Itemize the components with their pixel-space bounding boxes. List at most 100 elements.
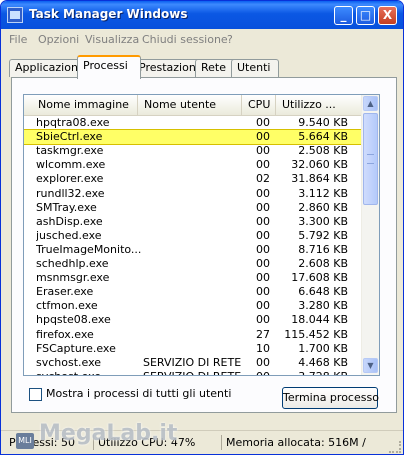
table-row[interactable]: Eraser.exe 00 6.648 KB	[24, 285, 362, 299]
table-row[interactable]: ctfmon.exe 00 3.280 KB	[24, 299, 362, 313]
cpu-cell: 00	[256, 116, 270, 129]
task-manager-icon	[7, 7, 23, 23]
cpu-cell: 00	[256, 228, 270, 242]
memory-cell: 2.508 KB	[298, 144, 348, 158]
memory-cell: 115.452 KB	[284, 327, 348, 341]
table-row[interactable]: hpqtra08.exe 00 9.540 KB	[24, 116, 362, 130]
process-name-cell: FSCapture.exe	[36, 341, 116, 355]
scroll-up-button[interactable]: ▲	[363, 96, 378, 111]
memory-cell: 17.608 KB	[291, 271, 348, 285]
memory-cell: 3.280 KB	[298, 299, 348, 313]
tab-applicazioni[interactable]: Applicazioni	[9, 59, 83, 77]
minimize-button[interactable]: _	[334, 6, 353, 25]
process-name-cell: ashDisp.exe	[36, 214, 103, 228]
cpu-cell: 00	[256, 144, 270, 158]
column-header-memory[interactable]: Utilizzo ...	[276, 95, 362, 115]
status-memory: Memoria allocata: 516M /	[221, 435, 386, 450]
cpu-cell: 27	[256, 327, 270, 341]
menu-file[interactable]: File	[9, 33, 27, 46]
memory-cell: 2.608 KB	[298, 257, 348, 270]
process-name-cell: hpqste08.exe	[36, 313, 111, 327]
column-header-name[interactable]: Nome immagine	[32, 95, 138, 115]
table-row[interactable]: TrueImageMonito... 00 8.716 KB	[24, 243, 362, 257]
process-name-cell: svchost.exe	[36, 370, 146, 375]
table-row[interactable]: firefox.exe 27 115.452 KB	[24, 328, 362, 342]
memory-cell: 31.864 KB	[291, 172, 348, 186]
process-name-cell: msnmsgr.exe	[36, 271, 110, 285]
table-row[interactable]: svchost.exeSERVIZIO DI RETE00 3.728 KB	[24, 370, 362, 375]
cpu-cell: 00	[256, 299, 270, 313]
process-name-cell: ctfmon.exe	[36, 299, 98, 313]
menu-chiudi-sessione[interactable]: Chiudi sessione	[142, 33, 228, 46]
tab-prestazioni[interactable]: Prestazioni	[133, 59, 203, 77]
vertical-scrollbar[interactable]: ▲ ▼	[361, 95, 379, 375]
table-row[interactable]: wlcomm.exe 00 32.060 KB	[24, 158, 362, 172]
cpu-cell: 00	[256, 271, 270, 285]
table-row[interactable]: FSCapture.exe 10 1.700 KB	[24, 342, 362, 356]
memory-cell: 9.540 KB	[298, 116, 348, 129]
user-name-cell: SERVIZIO DI RETE	[143, 370, 247, 375]
cpu-cell: 10	[256, 341, 270, 355]
tab-utenti[interactable]: Utenti	[231, 59, 279, 77]
memory-cell: 3.112 KB	[298, 186, 348, 200]
memory-cell: 1.700 KB	[298, 341, 348, 355]
process-name-cell: Eraser.exe	[36, 285, 94, 299]
menu-visualizza[interactable]: Visualizza	[85, 33, 139, 46]
scroll-down-button[interactable]: ▼	[363, 358, 378, 373]
cpu-cell: 00	[256, 214, 270, 228]
menu-help[interactable]: ?	[227, 33, 233, 46]
show-all-users-label: Mostra i processi di tutti gli utenti	[46, 387, 232, 400]
process-name-cell: svchost.exe	[36, 355, 102, 369]
title-bar[interactable]: Task Manager Windows _ □ X	[1, 1, 403, 29]
memory-cell: 32.060 KB	[291, 158, 348, 172]
scroll-thumb[interactable]	[363, 113, 378, 205]
menu-opzioni[interactable]: Opzioni	[38, 33, 79, 46]
menu-bar: File Opzioni Visualizza Chiudi sessione …	[1, 29, 403, 49]
process-name-cell: hpqtra08.exe	[36, 116, 110, 129]
table-row[interactable]: SbieCtrl.exe 00 5.664 KB	[24, 129, 363, 146]
process-list[interactable]: Nome immagine Nome utente CPU Utilizzo .…	[23, 94, 380, 376]
user-name-cell: SERVIZIO DI RETE	[143, 355, 242, 369]
cpu-cell: 00	[246, 370, 270, 375]
memory-cell: 3.300 KB	[298, 214, 348, 228]
end-process-button[interactable]: Termina processo	[282, 387, 379, 409]
watermark-badge-icon: MLI	[16, 433, 34, 449]
process-name-cell: SbieCtrl.exe	[36, 130, 103, 144]
table-row[interactable]: jusched.exe 00 5.792 KB	[24, 229, 362, 243]
list-header: Nome immagine Nome utente CPU Utilizzo .…	[24, 95, 362, 116]
window-title: Task Manager Windows	[29, 7, 188, 21]
table-row[interactable]: hpqste08.exe 00 18.044 KB	[24, 313, 362, 327]
maximize-button[interactable]: □	[356, 6, 375, 25]
cpu-cell: 00	[256, 186, 270, 200]
table-row[interactable]: rundll32.exe 00 3.112 KB	[24, 187, 362, 201]
cpu-cell: 00	[256, 355, 270, 369]
cpu-cell: 00	[256, 313, 270, 327]
process-name-cell: taskmgr.exe	[36, 144, 104, 158]
tab-processi[interactable]: Processi	[77, 55, 141, 79]
column-header-user[interactable]: Nome utente	[138, 95, 242, 115]
process-name-cell: explorer.exe	[36, 172, 104, 186]
cpu-cell: 00	[256, 257, 270, 270]
show-all-users-checkbox[interactable]	[29, 387, 42, 401]
memory-cell: 4.468 KB	[298, 355, 348, 369]
resize-grip[interactable]	[389, 441, 401, 453]
process-name-cell: firefox.exe	[36, 327, 94, 341]
show-all-users-option[interactable]: Mostra i processi di tutti gli utenti	[29, 387, 231, 401]
process-name-cell: TrueImageMonito...	[36, 242, 142, 256]
task-manager-window: Task Manager Windows _ □ X File Opzioni …	[0, 0, 404, 455]
memory-cell: 2.860 KB	[298, 200, 348, 214]
table-row[interactable]: svchost.exe SERVIZIO DI RETE 00 4.468 KB	[24, 356, 362, 370]
column-header-cpu[interactable]: CPU	[242, 95, 276, 115]
cpu-cell: 02	[256, 172, 270, 186]
table-row[interactable]: taskmgr.exe 00 2.508 KB	[24, 144, 362, 158]
cpu-cell: 00	[256, 158, 270, 172]
memory-cell: 5.792 KB	[298, 228, 348, 242]
table-row[interactable]: explorer.exe 02 31.864 KB	[24, 172, 362, 186]
table-row[interactable]: msnmsgr.exe 00 17.608 KB	[24, 271, 362, 285]
table-row[interactable]: SMTray.exe 00 2.860 KB	[24, 201, 362, 215]
close-button[interactable]: X	[378, 6, 397, 25]
table-row[interactable]: schedhlp.exe 00 2.608 KB	[24, 257, 362, 271]
process-name-cell: schedhlp.exe	[36, 257, 109, 270]
table-row[interactable]: ashDisp.exe 00 3.300 KB	[24, 215, 362, 229]
memory-cell: 5.664 KB	[298, 130, 348, 144]
